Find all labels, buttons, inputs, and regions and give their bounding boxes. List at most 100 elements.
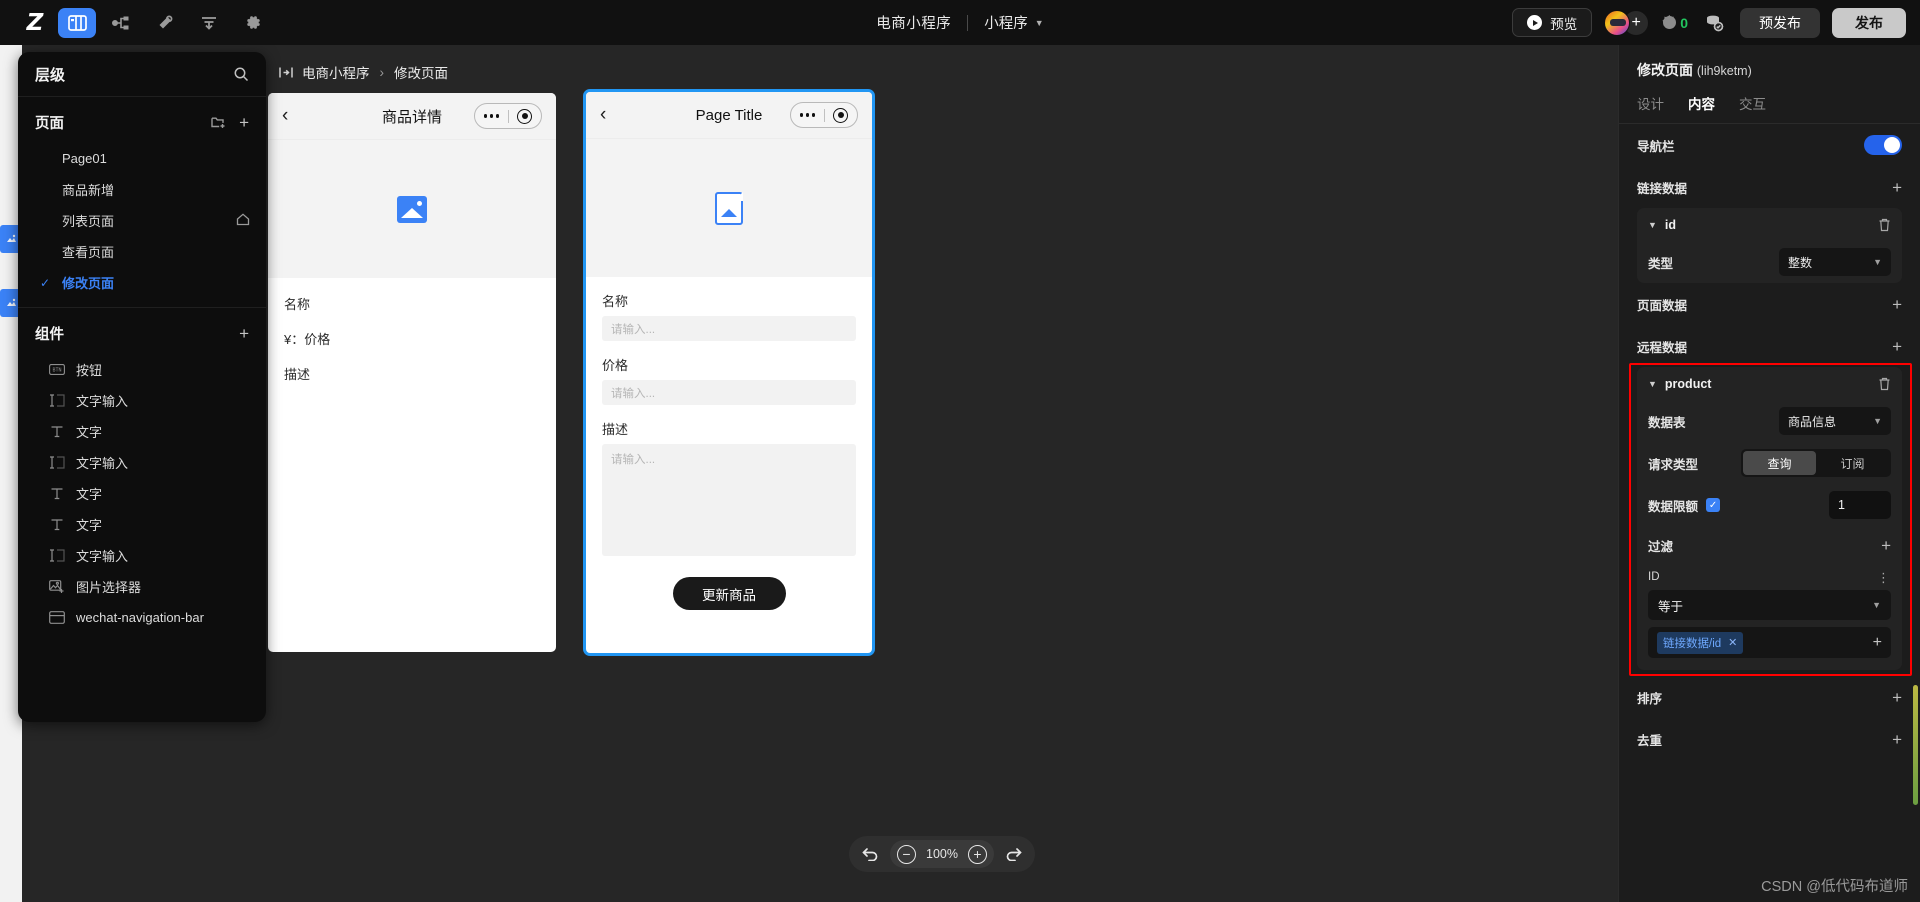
- project-name[interactable]: 电商小程序: [876, 12, 951, 33]
- canvas-area[interactable]: 电商小程序 › 修改页面 ‹ 商品详情 名称 ¥：价格 描述 ‹ Page Ti…: [266, 45, 1618, 902]
- limit-row: 数据限额 ✓ 1: [1637, 484, 1902, 526]
- request-type-segmented: 查询 订阅: [1741, 449, 1891, 477]
- nav-bar-toggle[interactable]: [1864, 135, 1902, 155]
- limit-input[interactable]: 1: [1829, 491, 1891, 519]
- link-data-row: 链接数据 +: [1619, 166, 1920, 208]
- link-data-card-header[interactable]: ▼ id: [1637, 208, 1902, 241]
- filter-value-tag[interactable]: 链接数据/id ✕: [1657, 631, 1744, 654]
- component-item-8[interactable]: wechat-navigation-bar: [18, 602, 266, 633]
- add-link-data-button[interactable]: +: [1892, 179, 1902, 196]
- image-icon: [397, 195, 427, 223]
- page-item-0[interactable]: Page01: [18, 143, 266, 174]
- table-select[interactable]: 商品信息 ▼: [1779, 407, 1891, 435]
- target-icon[interactable]: [509, 108, 542, 124]
- components-section-title: 组件: [35, 326, 64, 343]
- component-item-label: 文字输入: [76, 456, 129, 471]
- add-component-button[interactable]: +: [239, 325, 249, 342]
- layers-align-icon[interactable]: [190, 8, 228, 38]
- chevron-down-icon[interactable]: ▼: [1648, 379, 1657, 389]
- delete-icon[interactable]: [1878, 377, 1891, 391]
- publish-button[interactable]: 发布: [1832, 7, 1906, 38]
- page-item-4[interactable]: ✓ 修改页面: [18, 267, 266, 298]
- sitemap-icon[interactable]: [102, 8, 140, 38]
- app-logo[interactable]: Z: [18, 6, 52, 40]
- zoom-in-button[interactable]: +: [968, 844, 987, 864]
- remote-data-card-wrap: ▼ product 数据表 商品信息 ▼ 请求类型 查询 订阅 数据限额 ✓ 1…: [1619, 363, 1920, 676]
- page-item-3[interactable]: 查看页面: [18, 236, 266, 267]
- request-type-label: 请求类型: [1648, 457, 1699, 472]
- gear-icon[interactable]: [234, 8, 272, 38]
- add-remote-data-button[interactable]: +: [1892, 338, 1902, 355]
- zoom-out-button[interactable]: −: [897, 844, 916, 864]
- add-page-button[interactable]: +: [239, 114, 249, 131]
- segment-subscribe[interactable]: 订阅: [1816, 451, 1889, 475]
- segment-query[interactable]: 查询: [1743, 451, 1816, 475]
- more-icon[interactable]: [475, 114, 508, 118]
- page-item-label: 商品新增: [62, 183, 115, 198]
- component-item-7[interactable]: 图片选择器: [18, 571, 266, 602]
- type-label: 类型: [1648, 256, 1674, 271]
- scrollbar[interactable]: [1913, 685, 1918, 805]
- chevron-left-icon[interactable]: ‹: [282, 105, 288, 127]
- pages-section-actions: +: [211, 114, 249, 131]
- panels-icon[interactable]: [58, 7, 96, 38]
- tab-content[interactable]: 内容: [1688, 93, 1715, 123]
- remote-data-name: product: [1664, 376, 1712, 391]
- new-folder-icon[interactable]: [211, 115, 226, 129]
- plugin-icon[interactable]: [146, 8, 184, 38]
- component-item-6[interactable]: 文字输入: [18, 540, 266, 571]
- tab-design[interactable]: 设计: [1637, 93, 1664, 123]
- tab-interaction[interactable]: 交互: [1739, 93, 1766, 123]
- component-item-0[interactable]: BTN 按钮: [18, 354, 266, 385]
- add-dedupe-button[interactable]: +: [1892, 731, 1902, 748]
- price-input[interactable]: 请输入...: [602, 380, 856, 405]
- chevron-down-icon[interactable]: ▼: [1648, 220, 1657, 230]
- add-page-data-button[interactable]: +: [1892, 296, 1902, 313]
- remote-data-card-header[interactable]: ▼ product: [1637, 367, 1902, 400]
- add-filter-button[interactable]: +: [1881, 537, 1891, 554]
- limit-checkbox[interactable]: ✓: [1706, 498, 1721, 512]
- desc-textarea[interactable]: 请输入...: [602, 444, 856, 556]
- remove-tag-icon[interactable]: ✕: [1728, 636, 1737, 649]
- nav-bar-label: 导航栏: [1637, 139, 1675, 154]
- name-input[interactable]: 请输入...: [602, 316, 856, 341]
- page-item-1[interactable]: 商品新增: [18, 174, 266, 205]
- database-check-icon[interactable]: [1700, 9, 1728, 37]
- breadcrumb-root[interactable]: 电商小程序: [302, 62, 370, 82]
- prerelease-button[interactable]: 预发布: [1740, 7, 1820, 38]
- top-bar-right-actions: 预览 + 0 预发布 发布: [1512, 0, 1906, 45]
- chevron-left-icon[interactable]: ‹: [600, 104, 606, 126]
- filter-operator-select[interactable]: 等于 ▼: [1648, 590, 1891, 620]
- type-select[interactable]: 整数 ▼: [1779, 248, 1891, 276]
- platform-selector[interactable]: 小程序 ▼: [984, 12, 1043, 33]
- filter-menu-icon[interactable]: ⋮: [1877, 571, 1891, 584]
- text-input-icon: [48, 455, 65, 470]
- component-item-3[interactable]: 文字输入: [18, 447, 266, 478]
- phone-preview-detail[interactable]: ‹ 商品详情 名称 ¥：价格 描述: [268, 93, 556, 652]
- add-filter-value-button[interactable]: +: [1873, 634, 1882, 651]
- type-value: 整数: [1788, 255, 1813, 270]
- image-picker-area[interactable]: [586, 139, 872, 277]
- add-sort-button[interactable]: +: [1892, 689, 1902, 706]
- link-data-card: ▼ id 类型 整数 ▼: [1637, 208, 1902, 283]
- page-item-2[interactable]: 列表页面: [18, 205, 266, 236]
- component-item-4[interactable]: 文字: [18, 478, 266, 509]
- phone-preview-edit[interactable]: ‹ Page Title 名称 请输入... 价格 请输入... 描述 请输入.…: [583, 89, 875, 656]
- target-icon[interactable]: [825, 107, 858, 123]
- delete-icon[interactable]: [1878, 218, 1891, 232]
- more-icon[interactable]: [791, 113, 824, 117]
- component-item-2[interactable]: 文字: [18, 416, 266, 447]
- name-label: 名称: [602, 294, 629, 309]
- credits-indicator[interactable]: 0: [1661, 14, 1688, 31]
- search-icon[interactable]: [233, 66, 249, 82]
- avatar[interactable]: [1604, 9, 1631, 36]
- coin-icon: [1662, 15, 1677, 29]
- component-item-5[interactable]: 文字: [18, 509, 266, 540]
- undo-icon[interactable]: [862, 847, 879, 861]
- component-item-1[interactable]: 文字输入: [18, 385, 266, 416]
- filter-field-header: ID ⋮: [1648, 564, 1891, 590]
- preview-button[interactable]: 预览: [1512, 8, 1593, 37]
- divider: [18, 307, 266, 308]
- submit-button[interactable]: 更新商品: [672, 577, 786, 610]
- redo-icon[interactable]: [1005, 847, 1022, 861]
